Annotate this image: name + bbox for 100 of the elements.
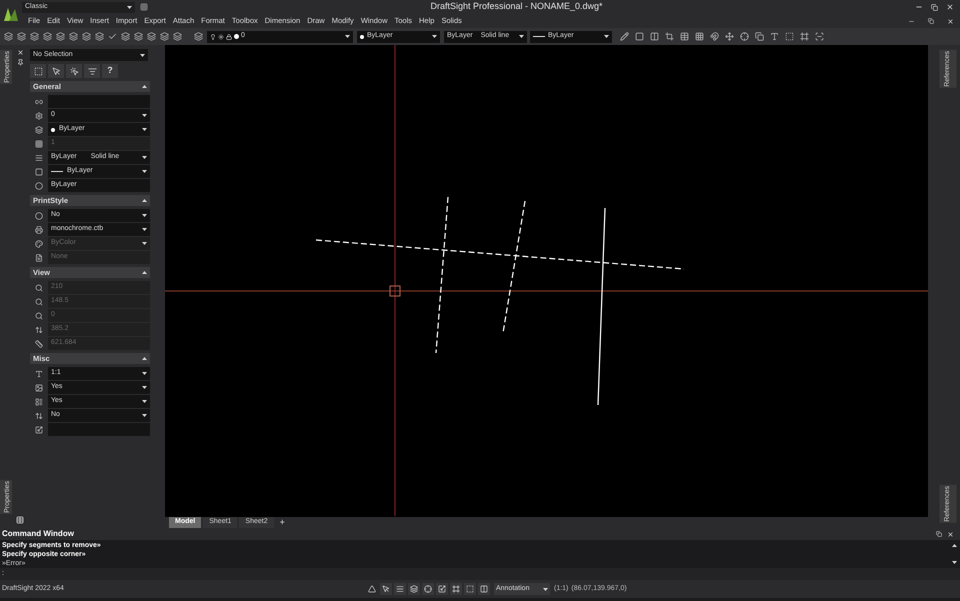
printer-icon — [35, 226, 43, 234]
lock-icon — [226, 34, 232, 40]
restore-icon[interactable] — [931, 4, 938, 10]
layers-icon[interactable] — [95, 32, 104, 41]
grid-icon — [35, 140, 43, 148]
select-tool-button[interactable] — [48, 64, 64, 78]
caret-icon — [142, 114, 147, 117]
status-toggle-button[interactable] — [408, 583, 420, 595]
copy-icon[interactable] — [755, 32, 764, 41]
add-sheet-button[interactable]: + — [276, 517, 289, 528]
magnifier-icon — [35, 298, 43, 306]
scale-icon — [438, 585, 446, 593]
layers-icon[interactable] — [160, 32, 169, 41]
pointer-icon — [52, 66, 60, 76]
link-icon — [35, 98, 43, 106]
close-icon[interactable] — [946, 3, 954, 11]
property-field[interactable] — [48, 423, 150, 436]
caret-icon — [142, 170, 147, 173]
status-toggle-button[interactable] — [478, 583, 490, 595]
ruler-icon — [35, 340, 43, 348]
restore-icon[interactable] — [936, 531, 942, 537]
pointer-icon — [382, 585, 390, 593]
letter-icon — [35, 370, 43, 378]
layers-icon[interactable] — [82, 32, 91, 41]
layers-icon[interactable] — [56, 32, 65, 41]
status-toggle-button[interactable] — [450, 583, 462, 595]
select-tool-button[interactable] — [66, 64, 82, 78]
caret-icon — [142, 128, 147, 131]
layers-icon[interactable] — [121, 32, 130, 41]
lines-icon — [396, 585, 404, 593]
caret-icon — [543, 588, 548, 590]
panel-title: Command Window — [2, 528, 75, 540]
columns-icon — [480, 585, 488, 593]
layers-icon[interactable] — [194, 32, 203, 41]
caret-icon — [142, 414, 147, 417]
lightbulb-icon — [210, 34, 216, 40]
status-toggle-button[interactable] — [394, 583, 406, 595]
layers-icon[interactable] — [134, 32, 143, 41]
layers-icon — [410, 585, 418, 593]
layers-icon[interactable] — [4, 32, 13, 41]
caret-icon — [142, 357, 147, 360]
caret-icon — [519, 35, 524, 38]
status-toggle-button[interactable] — [422, 583, 434, 595]
select-tool-button[interactable] — [30, 64, 46, 78]
sun-icon — [218, 34, 224, 40]
status-toggle-button[interactable] — [464, 583, 476, 595]
caret-icon — [142, 214, 147, 217]
close-icon[interactable] — [947, 18, 954, 24]
triangle-icon — [368, 585, 376, 593]
layers-icon[interactable] — [69, 32, 78, 41]
layers-icon[interactable] — [17, 32, 26, 41]
caret-icon — [142, 199, 147, 202]
checkmark-icon[interactable] — [108, 32, 117, 41]
help-button[interactable]: ? — [102, 64, 118, 78]
crosshair-icon[interactable] — [740, 32, 749, 41]
status-toggle-button[interactable] — [366, 583, 378, 595]
image-icon — [35, 384, 43, 392]
arrows-icon — [35, 412, 43, 420]
select-tool-button[interactable] — [84, 64, 100, 78]
grid-icon[interactable] — [695, 32, 704, 41]
letter-icon[interactable] — [770, 32, 779, 41]
caret-icon — [604, 35, 609, 38]
move-icon[interactable] — [725, 32, 734, 41]
circle-icon — [35, 182, 43, 190]
pointer-click-icon — [70, 66, 78, 76]
frame-icon[interactable] — [800, 32, 809, 41]
pin-icon[interactable] — [16, 59, 24, 66]
line-sample-icon — [533, 36, 545, 37]
dashed-square-icon — [466, 585, 474, 593]
crop-icon[interactable] — [665, 32, 674, 41]
magnet-icon[interactable] — [710, 32, 719, 41]
pencil-icon[interactable] — [620, 32, 629, 41]
rectangle-icon[interactable] — [635, 32, 644, 41]
layers-icon[interactable] — [173, 32, 182, 41]
scale-icon — [35, 426, 43, 434]
status-toggle-button[interactable] — [436, 583, 448, 595]
layers-icon[interactable] — [147, 32, 156, 41]
layers-icon[interactable] — [43, 32, 52, 41]
caret-icon — [952, 544, 956, 547]
caret-icon — [142, 242, 147, 245]
caret-icon — [142, 372, 147, 375]
restore-icon[interactable] — [928, 18, 934, 24]
lines-icon — [35, 154, 43, 162]
arrows-icon — [35, 326, 43, 334]
property-field[interactable] — [48, 95, 150, 108]
table-icon[interactable] — [680, 32, 689, 41]
status-toggle-button[interactable] — [380, 583, 392, 595]
dashed-square-icon[interactable] — [785, 32, 794, 41]
close-icon[interactable] — [16, 49, 24, 56]
square-icon — [35, 168, 43, 176]
dashed-square-icon — [34, 66, 42, 76]
layers-icon[interactable] — [30, 32, 39, 41]
document-icon — [35, 254, 43, 262]
table-icon[interactable] — [16, 516, 24, 524]
gear-icon — [35, 112, 43, 120]
close-icon[interactable] — [947, 530, 954, 538]
caret-icon — [142, 400, 147, 403]
columns-icon[interactable] — [650, 32, 659, 41]
scan-icon[interactable] — [815, 32, 824, 41]
grid-icon[interactable] — [140, 3, 148, 11]
